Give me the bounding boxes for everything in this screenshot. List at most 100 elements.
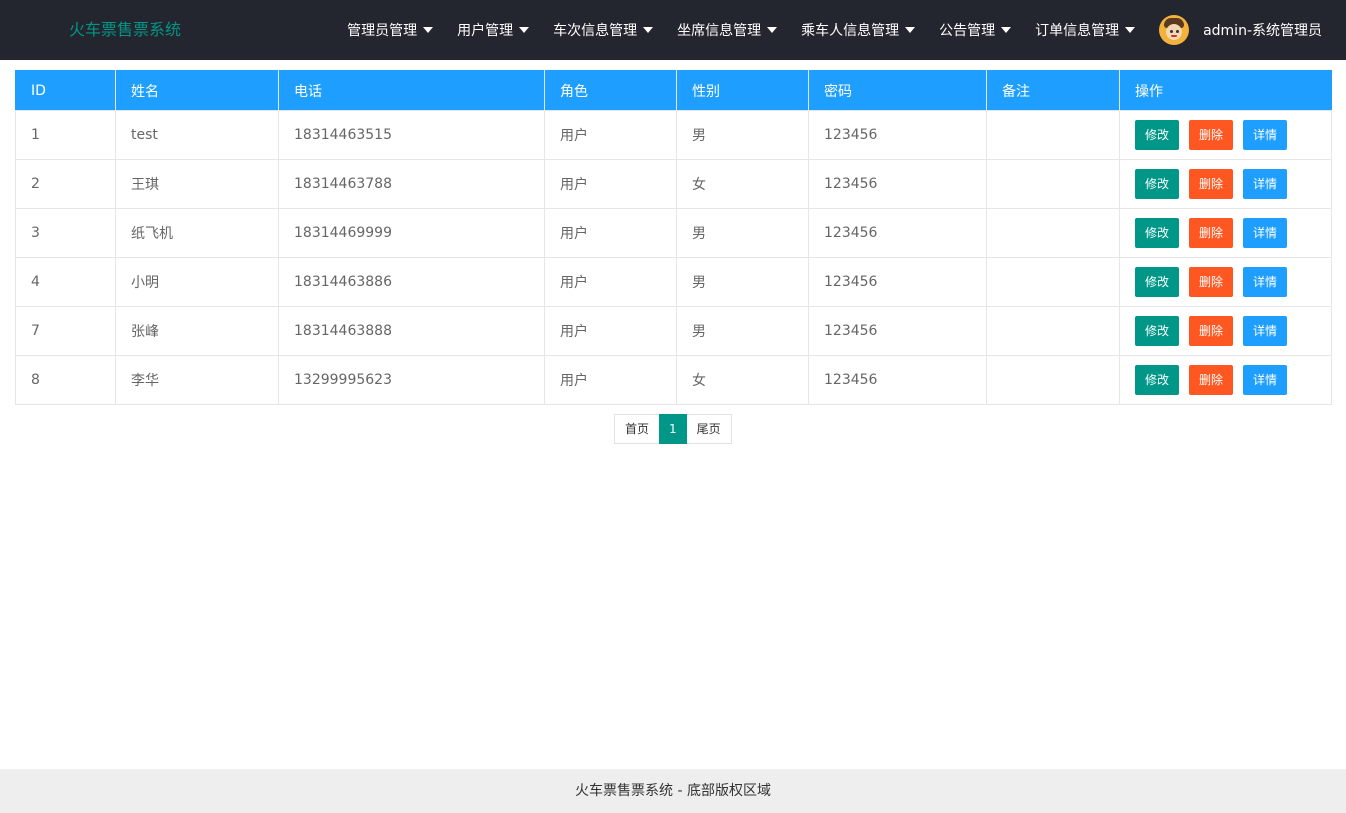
cell-actions: 修改 删除 详情 [1119, 159, 1332, 209]
delete-button[interactable]: 删除 [1189, 169, 1234, 199]
cell-role: 用户 [544, 355, 677, 405]
cell-id: 4 [15, 257, 116, 307]
cell-phone: 18314463788 [278, 159, 545, 209]
cell-actions: 修改 删除 详情 [1119, 208, 1332, 258]
column-header-id: ID [15, 70, 116, 111]
caret-down-icon [423, 27, 434, 33]
cell-gender: 男 [676, 110, 809, 160]
detail-button[interactable]: 详情 [1243, 267, 1288, 297]
caret-down-icon [519, 27, 530, 33]
cell-phone: 13299995623 [278, 355, 545, 405]
cell-name: 李华 [115, 355, 279, 405]
delete-button[interactable]: 删除 [1189, 365, 1234, 395]
column-header-password: 密码 [808, 70, 987, 111]
table-row: 3 纸飞机 18314469999 用户 男 123456 修改 删除 详情 [15, 208, 1332, 258]
nav-label: 车次信息管理 [553, 23, 638, 39]
column-header-gender: 性别 [676, 70, 809, 111]
footer: 火车票售票系统 - 底部版权区域 [0, 769, 1346, 813]
cell-password: 123456 [808, 208, 987, 258]
edit-button[interactable]: 修改 [1135, 267, 1180, 297]
cell-note [986, 355, 1120, 405]
cell-actions: 修改 删除 详情 [1119, 257, 1332, 307]
user-menu[interactable]: admin-系统管理员 [1159, 0, 1322, 60]
edit-button[interactable]: 修改 [1135, 316, 1180, 346]
cell-gender: 女 [676, 355, 809, 405]
avatar-icon [1159, 15, 1190, 45]
edit-button[interactable]: 修改 [1135, 365, 1180, 395]
cell-password: 123456 [808, 110, 987, 160]
cell-actions: 修改 删除 详情 [1119, 355, 1332, 405]
delete-button[interactable]: 删除 [1189, 218, 1234, 248]
cell-password: 123456 [808, 159, 987, 209]
nav-passenger-management[interactable]: 乘车人信息管理 [801, 0, 916, 60]
column-header-actions: 操作 [1119, 70, 1332, 111]
cell-name: test [115, 110, 279, 160]
cell-phone: 18314463515 [278, 110, 545, 160]
column-header-phone: 电话 [278, 70, 545, 111]
cell-id: 2 [15, 159, 116, 209]
caret-down-icon [767, 27, 778, 33]
cell-note [986, 306, 1120, 356]
cell-id: 1 [15, 110, 116, 160]
last-page-button[interactable]: 尾页 [685, 414, 732, 444]
first-page-button[interactable]: 首页 [614, 414, 661, 444]
user-name: admin-系统管理员 [1203, 23, 1322, 39]
nav-seat-management[interactable]: 坐席信息管理 [677, 0, 778, 60]
app-logo[interactable]: 火车票售票系统 [69, 0, 181, 60]
cell-note [986, 159, 1120, 209]
cell-id: 3 [15, 208, 116, 258]
table-row: 4 小明 18314463886 用户 男 123456 修改 删除 详情 [15, 257, 1332, 307]
cell-id: 8 [15, 355, 116, 405]
caret-down-icon [905, 27, 916, 33]
nav-order-management[interactable]: 订单信息管理 [1035, 0, 1136, 60]
caret-down-icon [1125, 27, 1136, 33]
cell-name: 张峰 [115, 306, 279, 356]
cell-role: 用户 [544, 159, 677, 209]
cell-phone: 18314463888 [278, 306, 545, 356]
nav-label: 乘车人信息管理 [801, 23, 900, 39]
main-nav: 管理员管理 用户管理 车次信息管理 坐席信息管理 乘车人信息管理 公告管理 订单… [347, 0, 1346, 60]
cell-gender: 女 [676, 159, 809, 209]
cell-note [986, 110, 1120, 160]
caret-down-icon [643, 27, 654, 33]
delete-button[interactable]: 删除 [1189, 120, 1234, 150]
edit-button[interactable]: 修改 [1135, 120, 1180, 150]
edit-button[interactable]: 修改 [1135, 218, 1180, 248]
cell-phone: 18314463886 [278, 257, 545, 307]
table-row: 7 张峰 18314463888 用户 男 123456 修改 删除 详情 [15, 306, 1332, 356]
nav-admin-management[interactable]: 管理员管理 [347, 0, 434, 60]
detail-button[interactable]: 详情 [1243, 120, 1288, 150]
nav-label: 订单信息管理 [1035, 23, 1120, 39]
cell-password: 123456 [808, 257, 987, 307]
cell-role: 用户 [544, 257, 677, 307]
detail-button[interactable]: 详情 [1243, 169, 1288, 199]
delete-button[interactable]: 删除 [1189, 267, 1234, 297]
footer-text: 火车票售票系统 - 底部版权区域 [575, 783, 771, 799]
cell-role: 用户 [544, 306, 677, 356]
detail-button[interactable]: 详情 [1243, 365, 1288, 395]
cell-password: 123456 [808, 306, 987, 356]
cell-actions: 修改 删除 详情 [1119, 110, 1332, 160]
pagination: 首页 1 尾页 [614, 414, 732, 444]
top-navbar: 火车票售票系统 管理员管理 用户管理 车次信息管理 坐席信息管理 乘车人信息管理… [0, 0, 1346, 60]
detail-button[interactable]: 详情 [1243, 218, 1288, 248]
cell-phone: 18314469999 [278, 208, 545, 258]
table-row: 1 test 18314463515 用户 男 123456 修改 删除 详情 [15, 110, 1332, 160]
cell-password: 123456 [808, 355, 987, 405]
nav-user-management[interactable]: 用户管理 [457, 0, 530, 60]
cell-gender: 男 [676, 208, 809, 258]
cell-id: 7 [15, 306, 116, 356]
cell-role: 用户 [544, 110, 677, 160]
current-page-button[interactable]: 1 [659, 414, 687, 444]
cell-name: 小明 [115, 257, 279, 307]
nav-notice-management[interactable]: 公告管理 [939, 0, 1012, 60]
delete-button[interactable]: 删除 [1189, 316, 1234, 346]
user-table-container: ID 姓名 电话 角色 性别 密码 备注 操作 1 test 183144635… [15, 70, 1332, 405]
nav-label: 用户管理 [457, 23, 514, 39]
table-header-row: ID 姓名 电话 角色 性别 密码 备注 操作 [15, 70, 1332, 111]
edit-button[interactable]: 修改 [1135, 169, 1180, 199]
user-table: ID 姓名 电话 角色 性别 密码 备注 操作 1 test 183144635… [15, 70, 1332, 405]
nav-train-management[interactable]: 车次信息管理 [553, 0, 654, 60]
caret-down-icon [1001, 27, 1012, 33]
detail-button[interactable]: 详情 [1243, 316, 1288, 346]
